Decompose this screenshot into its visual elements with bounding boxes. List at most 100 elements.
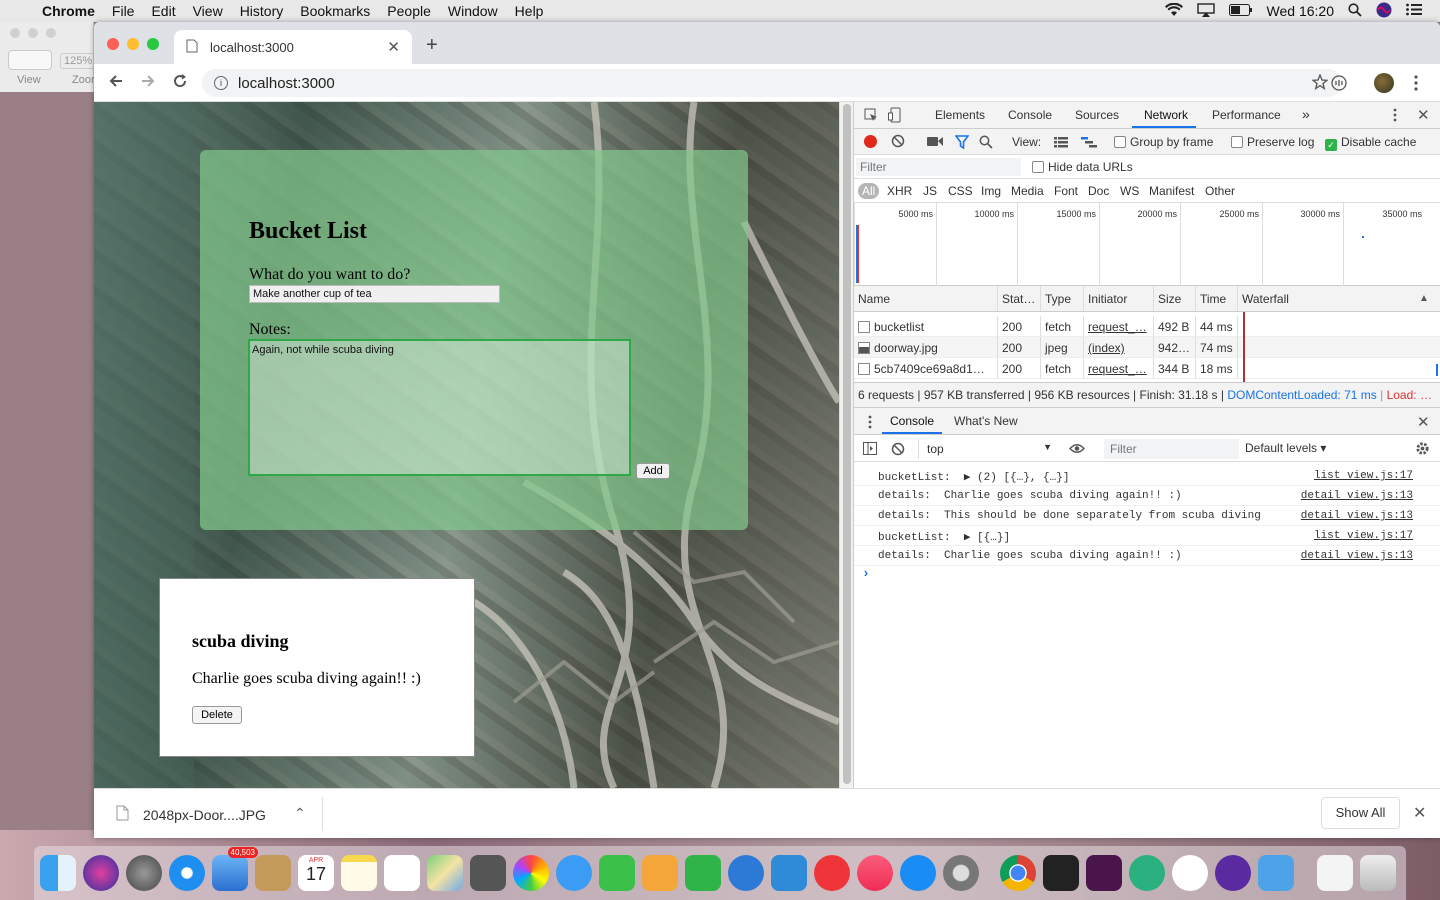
chrome-menu-icon[interactable] [1414, 75, 1418, 94]
photos-icon[interactable] [513, 855, 549, 891]
col-time[interactable]: Time [1195, 286, 1237, 311]
new-tab-icon[interactable]: + [426, 34, 438, 57]
type-js[interactable]: JS [923, 184, 937, 198]
page-scrollbar[interactable] [839, 102, 853, 788]
add-button[interactable]: Add [636, 463, 670, 479]
type-img[interactable]: Img [981, 184, 1001, 198]
tab-sources[interactable]: Sources [1075, 108, 1119, 122]
calendar-icon[interactable]: APR 17 [298, 855, 334, 891]
type-all[interactable]: All [858, 183, 880, 199]
request-initiator-link[interactable]: request_… [1083, 316, 1153, 336]
record-icon[interactable] [864, 135, 877, 148]
close-drawer-icon[interactable]: ✕ [1417, 413, 1430, 431]
download-item[interactable]: 2048px-Door....JPG [143, 807, 266, 823]
spotlight-search-icon[interactable] [1348, 2, 1362, 20]
tab-network[interactable]: Network [1144, 108, 1188, 122]
filter-funnel-icon[interactable] [954, 135, 970, 152]
col-waterfall[interactable]: Waterfall [1237, 286, 1440, 311]
reload-icon[interactable] [172, 73, 188, 94]
xcode-icon[interactable] [1258, 855, 1294, 891]
show-all-button[interactable]: Show All [1321, 797, 1400, 829]
menu-file[interactable]: File [112, 3, 135, 19]
screenshot-camera-icon[interactable] [927, 136, 943, 150]
trash-icon[interactable] [1360, 855, 1396, 891]
tab-performance[interactable]: Performance [1212, 108, 1281, 122]
menu-bookmarks[interactable]: Bookmarks [300, 3, 370, 19]
type-manifest[interactable]: Manifest [1149, 184, 1194, 198]
app-store-icon[interactable] [900, 855, 936, 891]
tab-elements[interactable]: Elements [935, 108, 985, 122]
mongodb-compass-icon[interactable] [1172, 855, 1208, 891]
request-initiator-link[interactable]: (index) [1083, 337, 1153, 357]
default-levels-dropdown[interactable]: Default levels ▾ [1245, 441, 1326, 455]
devtools-menu-icon[interactable] [1393, 108, 1397, 125]
overview-waterfall-icon[interactable] [1081, 137, 1097, 151]
log-source-link[interactable]: detail view.js:13 [1301, 510, 1413, 522]
notification-center-icon[interactable] [1406, 3, 1422, 19]
table-row[interactable]: bucketlist 200 fetch request_… 492 B 44 … [854, 316, 1440, 337]
log-source-link[interactable]: detail view.js:13 [1301, 490, 1413, 502]
drawer-menu-icon[interactable] [868, 415, 872, 432]
wifi-icon[interactable] [1164, 2, 1183, 20]
keynote-icon[interactable] [771, 855, 807, 891]
bookmark-star-icon[interactable] [1311, 73, 1329, 94]
type-media[interactable]: Media [1011, 184, 1044, 198]
group-by-frame-checkbox[interactable]: Group by frame [1114, 135, 1213, 149]
preserve-log-checkbox[interactable]: Preserve log [1231, 135, 1314, 149]
log-source-link[interactable]: list view.js:17 [1314, 530, 1413, 542]
forward-icon[interactable] [140, 73, 156, 94]
col-type[interactable]: Type [1040, 286, 1083, 311]
back-icon[interactable] [108, 73, 124, 94]
minimize-window-button[interactable] [127, 38, 139, 50]
col-status[interactable]: Stat… [997, 286, 1040, 311]
notes-textarea[interactable]: Again, not while scuba diving [248, 339, 631, 476]
type-other[interactable]: Other [1205, 184, 1235, 198]
menu-view[interactable]: View [193, 3, 223, 19]
large-rows-icon[interactable] [1054, 137, 1068, 151]
menu-people[interactable]: People [387, 3, 431, 19]
site-info-icon[interactable]: i [214, 76, 228, 90]
clear-icon[interactable] [891, 134, 905, 151]
close-window-button[interactable] [107, 38, 119, 50]
sort-ascending-icon[interactable]: ▲ [1419, 293, 1429, 304]
reminders-icon[interactable] [384, 855, 420, 891]
chrome-app-icon[interactable] [1000, 855, 1036, 891]
disable-cache-checkbox[interactable]: ✓ Disable cache [1325, 135, 1416, 151]
calculator-icon[interactable] [470, 855, 506, 891]
type-css[interactable]: CSS [948, 184, 973, 198]
battery-icon[interactable] [1228, 3, 1253, 19]
col-name[interactable]: Name [854, 286, 997, 311]
siri-icon[interactable] [1376, 2, 1392, 21]
messages-icon[interactable] [556, 855, 592, 891]
console-filter-input[interactable]: Filter [1104, 439, 1239, 459]
maximize-window-button[interactable] [147, 38, 159, 50]
slack-icon[interactable] [1086, 855, 1122, 891]
menu-clock[interactable]: Wed 16:20 [1267, 3, 1334, 19]
drawer-tab-whats-new[interactable]: What's New [954, 414, 1018, 428]
safari-icon[interactable] [169, 855, 205, 891]
type-ws[interactable]: WS [1120, 184, 1139, 198]
network-filter-input[interactable]: Filter [856, 158, 1021, 176]
menu-edit[interactable]: Edit [151, 3, 175, 19]
inspect-element-icon[interactable] [864, 108, 878, 125]
music-icon[interactable] [857, 855, 893, 891]
device-toolbar-icon[interactable] [888, 107, 902, 126]
documents-stack-icon[interactable] [1317, 855, 1353, 891]
view-toggle-button[interactable] [8, 50, 52, 70]
atom-icon[interactable] [1129, 855, 1165, 891]
table-row[interactable]: doorway.jpg 200 jpeg (index) 942… 74 ms [854, 337, 1440, 358]
facetime-icon[interactable] [599, 855, 635, 891]
what-input[interactable]: Make another cup of tea [249, 285, 500, 303]
console-settings-gear-icon[interactable] [1415, 441, 1430, 459]
menu-window[interactable]: Window [448, 3, 498, 19]
mail-app-icon[interactable]: 40,503 [212, 847, 258, 891]
search-icon[interactable] [979, 135, 993, 152]
launchpad-icon[interactable] [126, 855, 162, 891]
airplay-icon[interactable] [1196, 2, 1215, 20]
zoom-level[interactable]: 125% [60, 53, 97, 69]
system-preferences-icon[interactable] [943, 855, 979, 891]
sequel-pro-icon[interactable] [728, 855, 764, 891]
menu-app-name[interactable]: Chrome [42, 3, 95, 19]
more-tabs-icon[interactable]: » [1302, 106, 1310, 122]
notes-icon[interactable] [341, 855, 377, 891]
